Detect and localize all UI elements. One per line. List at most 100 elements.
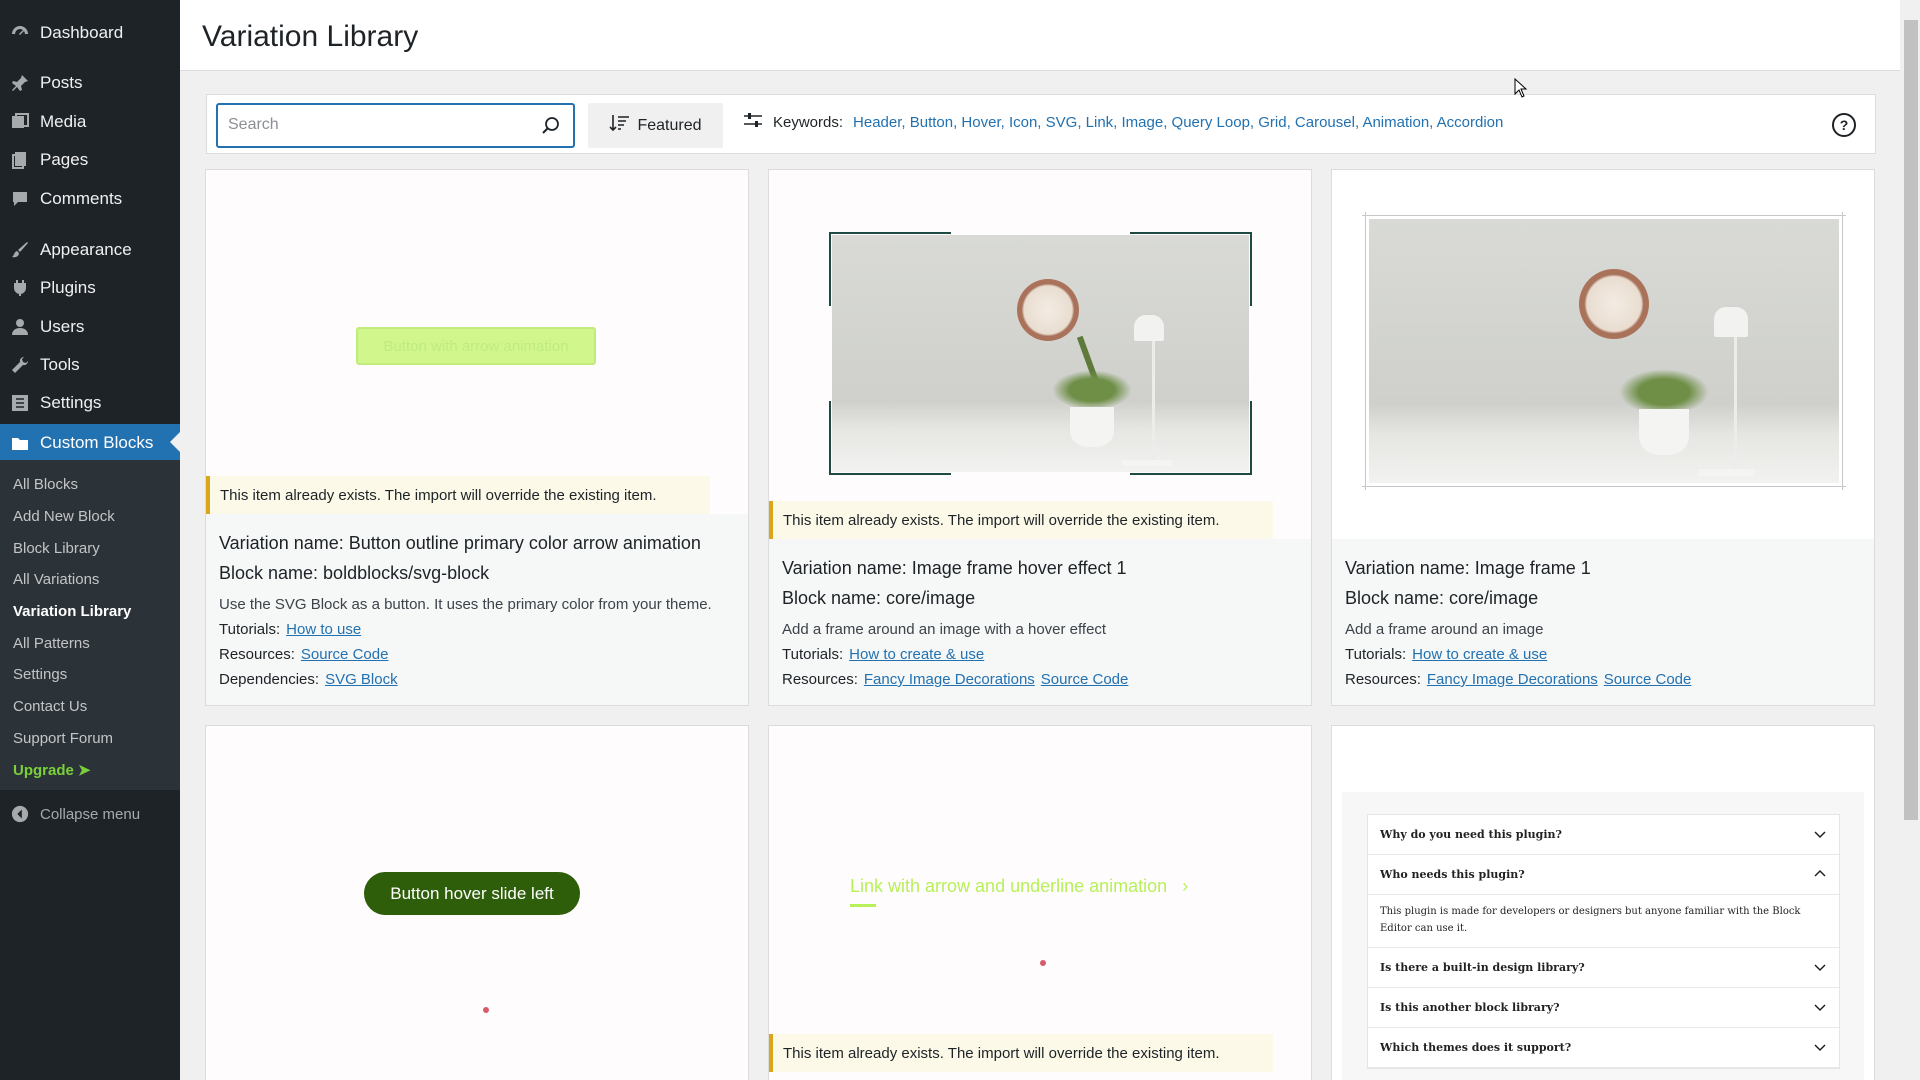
tutorials-label: Tutorials: — [782, 646, 844, 663]
room-photo — [1369, 219, 1839, 483]
submenu-support-forum[interactable]: Support Forum — [13, 730, 113, 747]
card-preview[interactable]: Link with arrow and underline animation … — [769, 726, 1311, 1080]
room-photo — [832, 235, 1249, 472]
accordion-item[interactable]: Is there a built-in design library? — [1368, 948, 1839, 988]
variation-card[interactable]: Button hover slide left — [205, 725, 749, 1080]
block-name: Block name: core/image — [782, 588, 976, 608]
sidebar-item-label: Dashboard — [40, 23, 124, 42]
accordion-item[interactable]: Is this another block library? — [1368, 988, 1839, 1028]
chevron-down-icon — [1813, 960, 1827, 977]
filter-icon[interactable] — [743, 112, 763, 132]
submenu-block-library[interactable]: Block Library — [13, 540, 100, 557]
keywords-list[interactable]: Header, Button, Hover, Icon, SVG, Link, … — [853, 114, 1503, 131]
accordion-item[interactable]: Who needs this plugin? — [1368, 855, 1839, 895]
sidebar-item-plugins[interactable]: Plugins — [0, 270, 180, 306]
collapse-label: Collapse menu — [40, 805, 141, 823]
submenu-contact-us[interactable]: Contact Us — [13, 698, 87, 715]
sidebar-item-settings[interactable]: Settings — [0, 385, 180, 421]
submenu-all-variations[interactable]: All Variations — [13, 571, 99, 588]
accordion-answer: This plugin is made for developers or de… — [1368, 895, 1839, 948]
variation-card[interactable]: This item already exists. The import wil… — [768, 169, 1312, 706]
card-preview[interactable]: Why do you need this plugin? Who needs t… — [1332, 726, 1874, 1080]
folder-icon — [0, 433, 40, 453]
submenu-all-blocks[interactable]: All Blocks — [13, 476, 78, 493]
page-scrollbar[interactable] — [1900, 0, 1920, 1080]
preview-slide-button[interactable]: Button hover slide left — [364, 872, 580, 915]
preview-svg-button[interactable]: Button with arrow animation — [356, 327, 596, 365]
comment-icon — [0, 189, 40, 209]
sidebar-item-media[interactable]: Media — [0, 104, 180, 140]
accordion-item[interactable]: Why do you need this plugin? — [1368, 815, 1839, 855]
card-preview[interactable]: Button with arrow animation — [206, 170, 748, 514]
arrow-icon: › — [1182, 876, 1189, 896]
search-input[interactable] — [228, 105, 528, 145]
resource-link[interactable]: Fancy Image Decorations — [864, 671, 1035, 688]
sidebar-item-tools[interactable]: Tools — [0, 347, 180, 383]
variation-card[interactable]: Link with arrow and underline animation … — [768, 725, 1312, 1080]
variation-card[interactable]: Variation name: Image frame 1 Block name… — [1331, 169, 1875, 706]
block-name: Block name: boldblocks/svg-block — [219, 563, 490, 583]
sidebar-item-label: Posts — [40, 73, 83, 92]
sidebar-item-label: Users — [40, 317, 85, 336]
submenu-add-new-block[interactable]: Add New Block — [13, 508, 115, 525]
sidebar-item-dashboard[interactable]: Dashboard — [0, 15, 180, 51]
resource-link[interactable]: Source Code — [1604, 671, 1692, 688]
resources-label: Resources: — [1345, 671, 1421, 688]
preview-button-text: Button hover slide left — [390, 883, 554, 903]
dependency-link[interactable]: SVG Block — [325, 671, 398, 688]
wrench-icon — [0, 355, 40, 375]
submenu-variation-library[interactable]: Variation Library — [13, 603, 131, 620]
accordion-question: Who needs this plugin? — [1380, 868, 1525, 881]
tutorial-link[interactable]: How to use — [286, 621, 361, 638]
resource-link[interactable]: Source Code — [1041, 671, 1129, 688]
sidebar-item-label: Custom Blocks — [40, 433, 154, 452]
sort-icon — [609, 113, 631, 138]
submenu-all-patterns[interactable]: All Patterns — [13, 635, 90, 652]
chevron-down-icon — [1813, 827, 1827, 844]
image-frame — [829, 232, 1252, 475]
submenu-upgrade[interactable]: Upgrade ➤ — [13, 761, 91, 779]
sidebar-item-users[interactable]: Users — [0, 309, 180, 345]
resource-link[interactable]: Fancy Image Decorations — [1427, 671, 1598, 688]
sidebar-item-custom-blocks[interactable]: Custom Blocks — [0, 424, 180, 462]
brush-icon — [0, 240, 40, 260]
resources-row: Resources: Fancy Image Decorations Source … — [782, 671, 1128, 688]
user-icon — [0, 317, 40, 337]
library-toolbar: Featured Keywords: Header, Button, Hover… — [206, 94, 1876, 154]
sidebar-item-label: Appearance — [40, 240, 132, 259]
search-icon[interactable] — [541, 116, 561, 141]
sort-featured-button[interactable]: Featured — [588, 103, 723, 148]
variation-description: Add a frame around an image with a hover… — [782, 621, 1107, 638]
card-preview[interactable] — [1332, 170, 1874, 539]
variation-card[interactable]: Why do you need this plugin? Who needs t… — [1331, 725, 1875, 1080]
card-info: Variation name: Image frame hover effect… — [782, 553, 1128, 688]
variation-card[interactable]: Button with arrow animation This item al… — [205, 169, 749, 706]
resource-link[interactable]: Source Code — [301, 646, 389, 663]
tutorials-row: Tutorials: How to create & use — [782, 646, 1128, 663]
accordion-question: Is there a built-in design library? — [1380, 961, 1585, 974]
tutorials-row: Tutorials: How to use — [219, 621, 712, 638]
keyword-filter: Keywords: Header, Button, Hover, Icon, S… — [743, 112, 1503, 132]
sidebar-item-comments[interactable]: Comments — [0, 181, 180, 217]
submenu-settings[interactable]: Settings — [13, 666, 67, 683]
accordion-item[interactable]: Which themes does it support? — [1368, 1028, 1839, 1068]
card-preview[interactable] — [769, 170, 1311, 539]
image-frame — [1362, 212, 1846, 490]
sidebar-item-pages[interactable]: Pages — [0, 142, 180, 178]
dependencies-row: Dependencies: SVG Block — [219, 671, 712, 688]
tutorial-link[interactable]: How to create & use — [1412, 646, 1547, 663]
sidebar-item-label: Media — [40, 112, 87, 131]
search-box — [216, 103, 575, 148]
card-preview[interactable]: Button hover slide left — [206, 726, 748, 1080]
import-notice: This item already exists. The import wil… — [206, 476, 710, 514]
tutorial-link[interactable]: How to create & use — [849, 646, 984, 663]
preview-link-text: Link with arrow and underline animation — [850, 876, 1168, 896]
preview-arrow-link[interactable]: Link with arrow and underline animation … — [850, 876, 1189, 907]
sidebar-item-posts[interactable]: Posts — [0, 65, 180, 101]
sidebar-item-appearance[interactable]: Appearance — [0, 232, 180, 268]
collapse-menu-button[interactable]: Collapse menu — [0, 802, 180, 826]
scrollbar-thumb[interactable] — [1904, 20, 1918, 820]
plug-icon — [0, 278, 40, 298]
cursor-dot — [1040, 960, 1046, 966]
help-icon[interactable]: ? — [1831, 112, 1857, 143]
